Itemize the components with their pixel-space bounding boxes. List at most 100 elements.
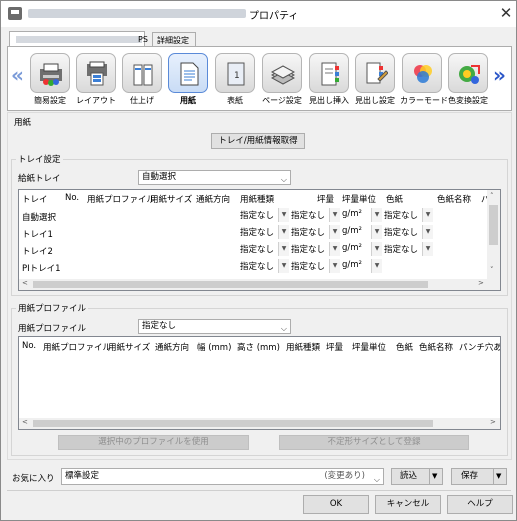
tab-ps[interactable]: PS — [9, 31, 148, 46]
scroll-right-icon[interactable]: » — [493, 63, 506, 87]
profile-group-label: 用紙プロファイル — [16, 302, 89, 314]
col-height: 高さ (mm) — [237, 343, 280, 353]
scroll-left-small-icon[interactable]: < — [22, 418, 28, 426]
weight-select[interactable]: 指定なし ▼ — [290, 225, 340, 239]
tab-advanced[interactable]: 詳細設定 — [152, 32, 196, 47]
chevron-down-icon: ▼ — [329, 259, 340, 273]
unit-select[interactable]: g/m² ▼ — [341, 225, 382, 239]
paper-icon — [180, 62, 199, 86]
get-tray-info-button[interactable]: トレイ/用紙情報取得 — [211, 133, 305, 149]
unit-select[interactable]: g/m² ▼ — [341, 208, 382, 222]
scroll-up-icon[interactable]: ˄ — [490, 192, 494, 200]
weight-select[interactable]: 指定なし ▼ — [290, 259, 340, 273]
weight-select[interactable]: 指定なし ▼ — [290, 208, 340, 222]
type-select[interactable]: 指定なし ▼ — [239, 208, 289, 222]
tab-setting-icon — [366, 62, 388, 84]
tray-settings-label: トレイ設定 — [16, 153, 63, 165]
col-color-name: 色紙名称 — [419, 343, 454, 353]
chevron-down-icon: ⌵ — [373, 475, 380, 484]
tray-table[interactable]: トレイ No. 用紙プロファイル 用紙サイズ 通紙方向 用紙種類 坪量 坪量単位… — [18, 189, 501, 291]
table-row[interactable]: トレイ2 — [22, 245, 53, 257]
function-layout[interactable]: レイアウト — [74, 53, 118, 106]
type-select[interactable]: 指定なし ▼ — [239, 259, 289, 273]
scroll-thumb[interactable] — [33, 420, 433, 427]
col-profile: 用紙プロファイル — [87, 195, 156, 205]
help-button[interactable]: ヘルプ — [447, 495, 513, 514]
register-custom-size-button[interactable]: 不定形サイズとして登録 — [279, 435, 469, 450]
chevron-down-icon: ▼ — [278, 225, 289, 239]
function-tab-insert[interactable]: 見出し挿入 — [307, 53, 351, 106]
changed-indicator: (変更あり) — [324, 471, 365, 481]
function-paper[interactable]: 用紙 — [166, 53, 210, 106]
cancel-button[interactable]: キャンセル — [375, 495, 441, 514]
function-tab-setting[interactable]: 見出し設定 — [353, 53, 397, 106]
color-select[interactable]: 指定なし ▼ — [383, 225, 433, 239]
favorites-select[interactable]: 標準設定 (変更あり) ⌵ — [61, 468, 384, 485]
col-weight-unit: 坪量単位 — [342, 195, 377, 205]
unit-select[interactable]: g/m² ▼ — [341, 259, 382, 273]
color-mode-icon — [414, 65, 432, 83]
profile-select[interactable]: 指定なし ⌵ — [138, 319, 291, 334]
function-quick-settings[interactable]: 簡易設定 — [28, 53, 72, 106]
scroll-thumb[interactable] — [33, 281, 428, 288]
chevron-down-icon: ▼ — [422, 225, 433, 239]
chevron-down-icon: ▼ — [371, 225, 382, 239]
save-button[interactable]: 保存 ▼ — [451, 468, 507, 485]
function-finishing[interactable]: 仕上げ — [120, 53, 164, 106]
chevron-down-icon: ▼ — [329, 225, 340, 239]
color-select[interactable]: 指定なし ▼ — [383, 242, 433, 256]
table-row[interactable]: PIトレイ1 — [22, 262, 61, 274]
chevron-down-icon: ▼ — [278, 242, 289, 256]
dropdown-arrow-icon[interactable]: ▼ — [432, 469, 437, 484]
col-size: 用紙サイズ — [150, 195, 193, 205]
layout-icon — [87, 61, 107, 86]
paper-panel: 用紙 トレイ/用紙情報取得 トレイ設定 給紙トレイ 自動選択 ⌵ トレイ No.… — [7, 112, 512, 460]
window-title: プロパティ — [249, 11, 299, 22]
chevron-down-icon: ▼ — [329, 208, 340, 222]
color-select[interactable]: 指定なし ▼ — [383, 208, 433, 222]
function-page-setup[interactable]: ページ設定 — [260, 53, 304, 106]
function-cover[interactable]: 1 表紙 — [213, 53, 257, 106]
divider — [7, 490, 511, 491]
table-row[interactable]: トレイ1 — [22, 228, 53, 240]
col-type: 用紙種類 — [286, 343, 321, 353]
printer-app-icon — [8, 7, 22, 20]
table-row[interactable]: 自動選択 — [22, 211, 56, 223]
function-color-mode[interactable]: カラーモード — [400, 53, 448, 106]
chevron-down-icon: ▼ — [371, 259, 382, 273]
col-direction: 通紙方向 — [155, 343, 190, 353]
scroll-right-small-icon[interactable]: > — [490, 418, 496, 426]
ok-button[interactable]: OK — [303, 495, 369, 514]
use-profile-button[interactable]: 選択中のプロファイルを使用 — [58, 435, 249, 450]
col-color: 色紙 — [396, 343, 414, 353]
tray-table-hscroll[interactable]: < > — [19, 279, 488, 290]
scroll-right-small-icon[interactable]: > — [478, 279, 484, 287]
scroll-left-small-icon[interactable]: < — [22, 279, 28, 287]
cover-icon: 1 — [227, 62, 245, 86]
type-select[interactable]: 指定なし ▼ — [239, 225, 289, 239]
weight-select[interactable]: 指定なし ▼ — [290, 242, 340, 256]
chevron-down-icon: ▼ — [422, 242, 433, 256]
scroll-down-icon[interactable]: ˅ — [490, 266, 494, 274]
function-bar: « 簡易設定 レイアウト 仕上げ 用紙 1 表紙 ページ設定 見出し挿入 見出し… — [7, 46, 512, 111]
chevron-down-icon: ⌵ — [280, 324, 287, 333]
profile-table-hscroll[interactable]: < > — [19, 418, 500, 429]
unit-select[interactable]: g/m² ▼ — [341, 242, 382, 256]
profile-table[interactable]: No. 用紙プロファイル 用紙サイズ 通紙方向 幅 (mm) 高さ (mm) 用… — [18, 336, 501, 430]
dropdown-arrow-icon[interactable]: ▼ — [496, 469, 501, 484]
chevron-down-icon: ▼ — [329, 242, 340, 256]
profile-label: 用紙プロファイル — [18, 324, 87, 334]
quick-settings-icon — [40, 63, 62, 86]
close-icon[interactable]: ✕ — [497, 4, 515, 22]
scroll-left-icon[interactable]: « — [11, 63, 24, 87]
type-select[interactable]: 指定なし ▼ — [239, 242, 289, 256]
function-color-conversion[interactable]: 色変換設定 — [446, 53, 490, 106]
load-button[interactable]: 読込 ▼ — [391, 468, 443, 485]
col-weight-unit: 坪量単位 — [352, 343, 387, 353]
page-setup-icon — [271, 65, 295, 85]
scroll-thumb[interactable] — [489, 205, 498, 245]
col-weight: 坪量 — [317, 195, 335, 205]
feed-tray-select[interactable]: 自動選択 ⌵ — [138, 170, 291, 185]
properties-window: プロパティ ✕ PS 詳細設定 « 簡易設定 レイアウト 仕上げ 用紙 1 表紙 — [0, 0, 517, 521]
tray-table-vscroll[interactable]: ˄ ˅ — [487, 190, 500, 279]
